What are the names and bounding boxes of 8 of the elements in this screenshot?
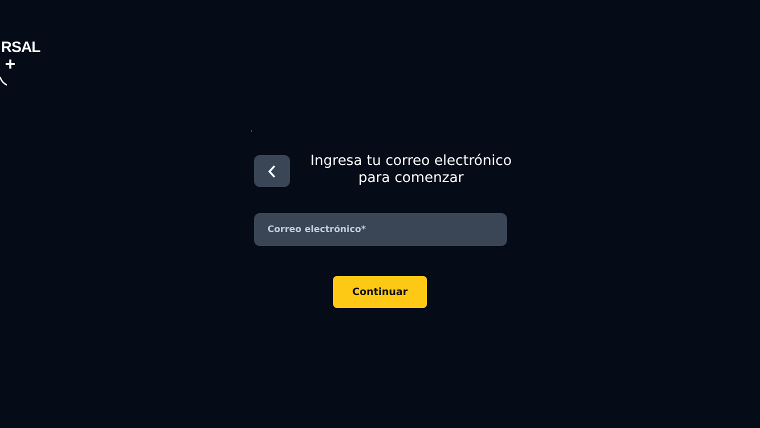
logo-wordmark: RSAL bbox=[0, 40, 40, 55]
email-field[interactable]: Correo electrónico* bbox=[254, 213, 506, 246]
chevron-left-icon bbox=[268, 164, 276, 178]
logo-plus: + bbox=[5, 55, 16, 73]
back-button[interactable] bbox=[254, 155, 290, 187]
continue-button[interactable]: Continuar bbox=[333, 276, 427, 308]
logo-arc-icon bbox=[0, 76, 7, 86]
page-heading: Ingresa tu correo electrónico para comenzar bbox=[309, 153, 513, 187]
